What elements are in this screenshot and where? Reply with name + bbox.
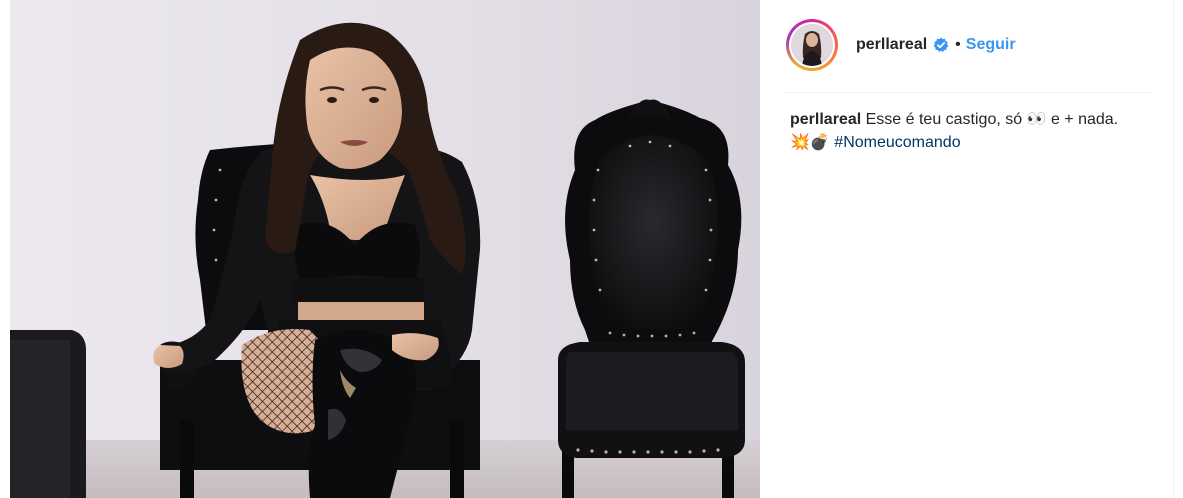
left-margin <box>0 0 10 498</box>
header-divider <box>784 92 1151 93</box>
separator-dot: • <box>955 36 961 53</box>
instagram-post-embed: perllareal • Seguir perllareal Esse é te… <box>0 0 1183 498</box>
caption-emojis: 💥💣 <box>790 134 830 151</box>
post-header: perllareal • Seguir <box>786 14 1151 76</box>
story-ring[interactable] <box>786 19 838 71</box>
post-caption: perllareal Esse é teu castigo, só 👀 e + … <box>790 108 1160 154</box>
post-side-panel: perllareal • Seguir perllareal Esse é te… <box>760 0 1173 498</box>
post-photo[interactable] <box>10 0 760 498</box>
hashtag-link[interactable]: #Nomeucomando <box>834 134 960 151</box>
avatar-frame <box>789 22 835 68</box>
verified-badge-icon <box>933 37 949 53</box>
follow-button[interactable]: Seguir <box>966 36 1016 54</box>
caption-text: Esse é teu castigo, só 👀 e + nada. <box>865 111 1119 128</box>
right-margin <box>1173 0 1183 498</box>
post-username-link[interactable]: perllareal <box>856 36 927 54</box>
caption-username-link[interactable]: perllareal <box>790 111 861 128</box>
avatar[interactable] <box>791 24 833 66</box>
